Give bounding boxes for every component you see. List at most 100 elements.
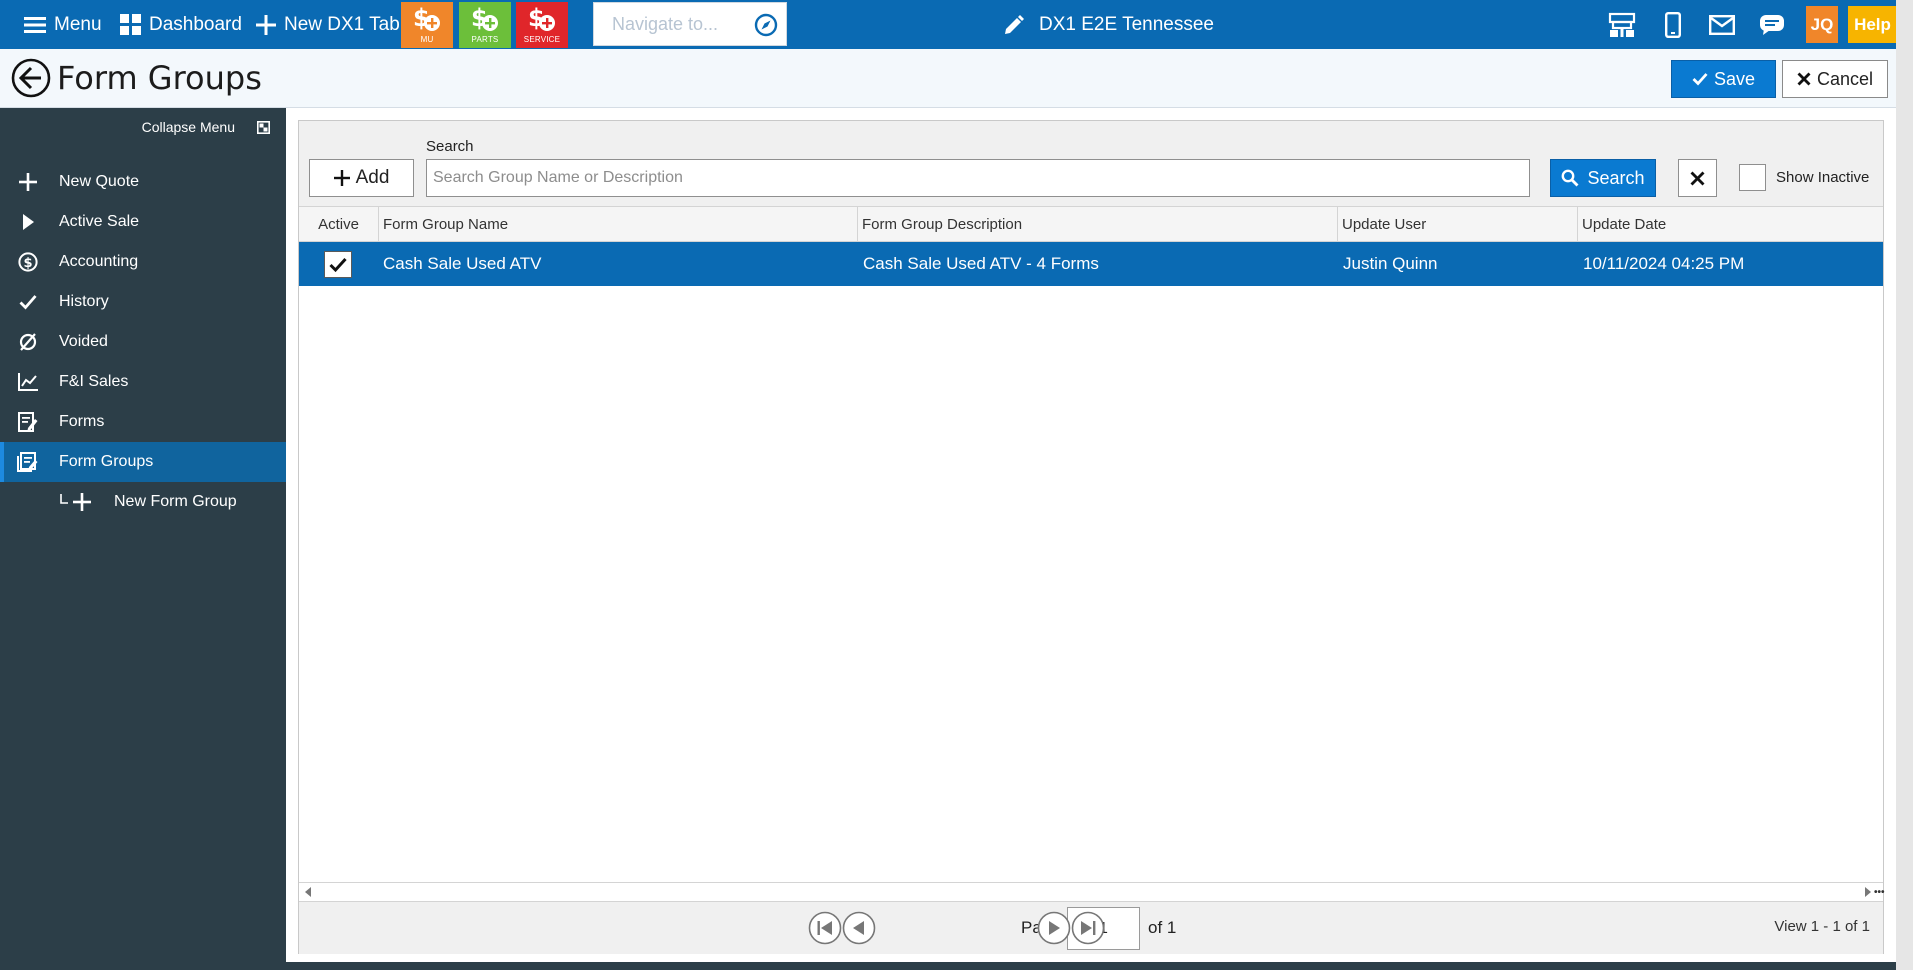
mu-quick-tile[interactable]: $ MU — [401, 2, 453, 48]
dashboard-button[interactable]: Dashboard — [120, 0, 242, 49]
top-navigation-bar: Menu Dashboard New DX1 Tab $ MU $ PARTS … — [0, 0, 1913, 49]
chat-icon[interactable] — [1755, 8, 1789, 42]
form-groups-grid: Add Search Search Show Inactive Active F… — [298, 120, 1885, 954]
phone-icon[interactable] — [1656, 8, 1690, 42]
search-input[interactable] — [426, 159, 1530, 197]
active-checkbox[interactable] — [324, 251, 352, 278]
column-header-active[interactable]: Active — [299, 207, 379, 242]
new-tab-button[interactable]: New DX1 Tab — [256, 0, 400, 49]
store-icon[interactable] — [1605, 8, 1639, 42]
table-row[interactable]: Cash Sale Used ATV Cash Sale Used ATV - … — [299, 242, 1883, 286]
dealership-title[interactable]: DX1 E2E Tennessee — [1003, 0, 1214, 49]
sidebar-item-label: History — [59, 293, 109, 310]
column-header-update-user[interactable]: Update User — [1338, 207, 1578, 242]
sidebar-item-label: Accounting — [59, 253, 139, 270]
back-button[interactable] — [11, 58, 51, 98]
hamburger-icon — [24, 16, 46, 34]
close-icon — [1690, 171, 1705, 186]
cancel-button[interactable]: Cancel — [1782, 60, 1888, 98]
tile-label: MU — [420, 35, 434, 44]
show-inactive-checkbox[interactable] — [1739, 164, 1766, 191]
add-button[interactable]: Add — [309, 159, 414, 197]
column-header-description[interactable]: Form Group Description — [858, 207, 1338, 242]
sidebar-item-label: New Quote — [59, 173, 140, 190]
save-button[interactable]: Save — [1671, 60, 1776, 98]
menu-label: Menu — [54, 13, 102, 35]
plus-icon — [256, 14, 276, 35]
main-content: Add Search Search Show Inactive Active F… — [286, 108, 1896, 962]
pager: Page of 1 View 1 - 1 of 1 — [299, 902, 1883, 954]
menu-button[interactable]: Menu — [24, 0, 102, 49]
column-header-update-date[interactable]: Update Date — [1578, 207, 1883, 242]
sidebar-item-new-quote[interactable]: New Quote — [0, 162, 286, 202]
sidebar-item-active-sale[interactable]: Active Sale — [0, 202, 286, 242]
form-group-icon — [16, 452, 40, 472]
service-quick-tile[interactable]: $ SERVICE — [516, 2, 568, 48]
back-arrow-icon — [11, 58, 51, 98]
line-chart-icon — [16, 372, 40, 392]
collapse-panel-icon — [257, 120, 270, 134]
sidebar-item-voided[interactable]: Voided — [0, 322, 286, 362]
last-page-button[interactable] — [1071, 911, 1105, 945]
navigate-input[interactable] — [612, 13, 762, 35]
sidebar-item-new-form-group[interactable]: New Form Group — [0, 482, 286, 522]
sidebar-item-history[interactable]: History — [0, 282, 286, 322]
user-avatar[interactable]: JQ — [1806, 6, 1838, 43]
sidebar-item-forms[interactable]: Forms — [0, 402, 286, 442]
dashboard-label: Dashboard — [149, 13, 242, 35]
check-icon — [1692, 72, 1708, 86]
tile-label: SERVICE — [523, 35, 561, 44]
page-count-label: of 1 — [1148, 918, 1177, 937]
check-icon — [329, 257, 347, 272]
parts-quick-tile[interactable]: $ PARTS — [459, 2, 511, 48]
sidebar-item-label: F&I Sales — [59, 373, 129, 390]
sidebar-item-label: Form Groups — [59, 453, 154, 470]
scroll-left-arrow-icon[interactable] — [305, 887, 311, 897]
search-button-label: Search — [1587, 167, 1645, 188]
svg-text:$: $ — [23, 256, 32, 271]
dollar-plus-icon: $ — [468, 2, 502, 34]
collapse-menu-button[interactable]: Collapse Menu — [0, 108, 286, 146]
help-button[interactable]: Help — [1848, 6, 1897, 43]
collapse-menu-label: Collapse Menu — [141, 119, 235, 135]
last-page-icon — [1071, 911, 1105, 945]
check-icon — [16, 292, 40, 312]
clear-search-button[interactable] — [1678, 159, 1717, 197]
table-header: Active Form Group Name Form Group Descri… — [299, 207, 1883, 242]
plus-icon — [58, 492, 98, 512]
empty-set-icon — [16, 332, 40, 352]
sidebar-item-label: Forms — [59, 413, 105, 430]
sidebar: Collapse Menu New Quote Active Sale $ Ac… — [0, 108, 286, 970]
search-label: Search — [426, 138, 474, 155]
bottom-edge — [286, 962, 1896, 970]
search-button[interactable]: Search — [1550, 159, 1656, 197]
form-edit-icon — [16, 412, 40, 432]
next-page-button[interactable] — [1037, 911, 1071, 945]
mail-icon[interactable] — [1705, 8, 1739, 42]
compass-icon[interactable] — [754, 13, 778, 37]
dollar-circle-icon: $ — [16, 252, 40, 272]
dashboard-grid-icon — [120, 14, 141, 35]
more-options-icon[interactable]: ••• — [1874, 888, 1885, 898]
previous-page-icon — [842, 911, 876, 945]
page-header: Form Groups Save Cancel — [0, 49, 1896, 108]
column-header-name[interactable]: Form Group Name — [379, 207, 858, 242]
scroll-right-arrow-icon[interactable] — [1865, 887, 1871, 897]
dealership-label: DX1 E2E Tennessee — [1039, 13, 1214, 35]
previous-page-button[interactable] — [842, 911, 876, 945]
window-right-edge — [1896, 0, 1913, 970]
pencil-icon — [1003, 14, 1025, 36]
sidebar-item-form-groups[interactable]: Form Groups — [0, 442, 286, 482]
sidebar-item-fi-sales[interactable]: F&I Sales — [0, 362, 286, 402]
first-page-button[interactable] — [808, 911, 842, 945]
cancel-label: Cancel — [1816, 68, 1874, 89]
horizontal-scrollbar[interactable]: ••• — [299, 882, 1885, 902]
sidebar-item-label: Voided — [59, 333, 108, 350]
first-page-icon — [808, 911, 842, 945]
show-inactive-toggle[interactable]: Show Inactive — [1739, 164, 1869, 191]
sidebar-item-accounting[interactable]: $ Accounting — [0, 242, 286, 282]
page-title: Form Groups — [57, 59, 262, 97]
grid-toolbar: Add Search Search Show Inactive — [299, 121, 1883, 207]
dollar-plus-icon: $ — [525, 2, 559, 34]
search-icon — [1561, 169, 1579, 187]
